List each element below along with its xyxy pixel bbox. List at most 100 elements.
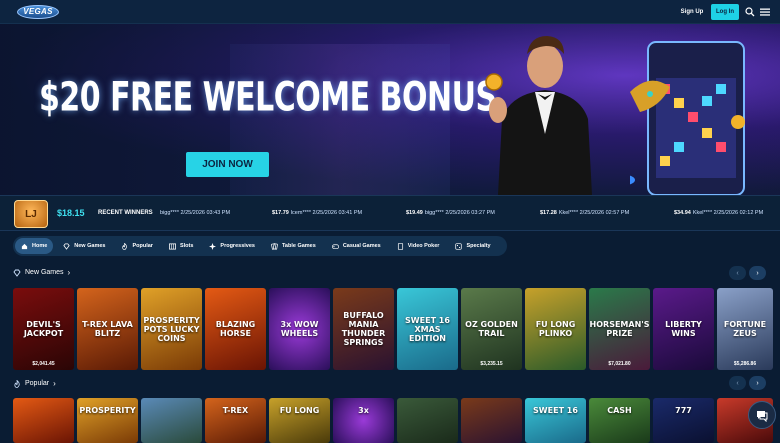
new-games-next-button[interactable]: › bbox=[749, 266, 766, 280]
slot-icon bbox=[168, 242, 176, 250]
sparkle-icon bbox=[209, 242, 217, 250]
hero-banner[interactable]: $20 FREE WELCOME BONUS JOIN NOW bbox=[0, 24, 780, 195]
game-tile[interactable]: BUFFALO MANIA THUNDER SPRINGS bbox=[333, 288, 394, 370]
game-title: DEVIL'S JACKPOT bbox=[23, 320, 64, 338]
nav-progressives[interactable]: Progressives bbox=[203, 238, 261, 254]
game-tile[interactable] bbox=[141, 398, 202, 443]
popular-prev-button[interactable]: ‹ bbox=[729, 376, 746, 390]
winner-entry: bigg**** 2/25/2026 03:43 PM bbox=[160, 210, 231, 216]
nav-slots[interactable]: Slots bbox=[163, 238, 199, 254]
dice-icon bbox=[455, 242, 463, 250]
game-jackpot: $3,235.15 bbox=[480, 361, 503, 367]
chevron-right-icon: › bbox=[756, 379, 759, 387]
chat-icon bbox=[757, 411, 768, 422]
game-tile[interactable]: OZ GOLDEN TRAIL $3,235.15 bbox=[461, 288, 522, 370]
home-icon bbox=[21, 243, 28, 249]
chevron-right-icon: › bbox=[756, 269, 759, 277]
signup-button[interactable]: Sign Up bbox=[677, 5, 707, 19]
diamond-icon bbox=[63, 242, 70, 250]
game-title: CASH bbox=[607, 406, 632, 415]
game-tile[interactable]: FU LONG bbox=[269, 398, 330, 443]
game-tile[interactable]: SWEET 16 bbox=[525, 398, 586, 443]
game-title: LIBERTY WINS bbox=[665, 320, 702, 338]
login-button[interactable]: Log In bbox=[711, 4, 739, 20]
slot-machine-illustration bbox=[630, 41, 745, 195]
section-title: New Games bbox=[25, 269, 64, 276]
game-tile[interactable]: T-REX LAVA BLITZ bbox=[77, 288, 138, 370]
game-tile[interactable]: 3x bbox=[333, 398, 394, 443]
nav-video-poker[interactable]: Video Poker bbox=[391, 238, 446, 254]
jackpot-amount: $18.15 bbox=[57, 208, 85, 218]
popular-next-button[interactable]: › bbox=[749, 376, 766, 390]
local-jackpot-badge[interactable]: LJ bbox=[14, 200, 48, 228]
site-logo[interactable]: VEGAS bbox=[17, 2, 59, 22]
section-title: Popular bbox=[25, 380, 50, 387]
popular-heading[interactable]: Popular › bbox=[13, 379, 56, 388]
game-title: HORSEMAN'S PRIZE bbox=[589, 320, 650, 338]
game-jackpot: $5,286.86 bbox=[733, 361, 757, 367]
chat-support-button[interactable] bbox=[748, 401, 776, 429]
game-tile[interactable]: 777 bbox=[653, 398, 714, 443]
hero-title: $20 FREE WELCOME BONUS bbox=[39, 74, 497, 122]
game-title: 3x bbox=[358, 406, 369, 415]
game-tile[interactable]: T-REX bbox=[205, 398, 266, 443]
recent-winners-label: RECENT WINNERS bbox=[98, 210, 153, 216]
game-tile[interactable]: FU LONG PLINKO bbox=[525, 288, 586, 370]
hero-host-illustration bbox=[485, 36, 592, 195]
game-tile[interactable]: PROSPERITY POTS LUCKY COINS bbox=[141, 288, 202, 370]
game-title: PROSPERITY POTS LUCKY COINS bbox=[143, 315, 200, 343]
game-title: FORTUNE ZEUS bbox=[723, 320, 767, 338]
game-tile[interactable]: 3x WOW WHEELS bbox=[269, 288, 330, 370]
winner-entry: $34.94 Kkel**** 2/25/2026 02:12 PM bbox=[674, 210, 764, 216]
game-tile[interactable]: BLAZING HORSE bbox=[205, 288, 266, 370]
game-title: 3x WOW WHEELS bbox=[280, 320, 319, 338]
logo-text: VEGAS bbox=[23, 7, 53, 16]
new-games-heading[interactable]: New Games › bbox=[13, 268, 70, 277]
join-now-button[interactable]: JOIN NOW bbox=[186, 152, 269, 177]
game-tile[interactable]: LIBERTY WINS bbox=[653, 288, 714, 370]
nav-home[interactable]: Home bbox=[15, 238, 54, 254]
chevron-right-icon: › bbox=[53, 379, 56, 388]
new-games-prev-button[interactable]: ‹ bbox=[729, 266, 746, 280]
game-tile[interactable] bbox=[461, 398, 522, 443]
nav-table-games[interactable]: Table Games bbox=[265, 238, 322, 254]
new-games-row: DEVIL'S JACKPOT $2,041.45 T-REX LAVA BLIT… bbox=[13, 288, 776, 370]
winner-entry: $19.49 bigg**** 2/25/2026 03:27 PM bbox=[406, 210, 495, 216]
game-tile[interactable]: CASH bbox=[589, 398, 650, 443]
nav-popular[interactable]: Popular bbox=[115, 238, 158, 254]
game-jackpot: $7,021.80 bbox=[608, 361, 631, 367]
game-title: SWEET 16 XMAS EDITION bbox=[405, 315, 450, 343]
winner-entry: $17.28 Kkel**** 2/25/2026 02:57 PM bbox=[540, 210, 630, 216]
chevron-left-icon: ‹ bbox=[736, 379, 739, 387]
nav-label: Slots bbox=[179, 243, 194, 249]
game-title: T-REX bbox=[222, 406, 249, 415]
nav-label: Home bbox=[32, 243, 48, 249]
nav-label: Progressives bbox=[220, 243, 255, 249]
hamburger-menu-icon[interactable] bbox=[760, 7, 770, 17]
nav-label: New Games bbox=[74, 243, 106, 249]
game-tile[interactable] bbox=[13, 398, 74, 443]
popular-row: PROSPERITY T-REX FU LONG 3x SWEET 16 CAS… bbox=[13, 398, 776, 443]
diamond-icon bbox=[13, 269, 21, 277]
flame-icon bbox=[14, 379, 20, 388]
game-tile[interactable]: PROSPERITY bbox=[77, 398, 138, 443]
search-icon[interactable] bbox=[745, 7, 755, 17]
nav-casual-games[interactable]: Casual Games bbox=[326, 238, 387, 254]
game-title: FU LONG bbox=[279, 406, 320, 415]
nav-label: Specialty bbox=[466, 243, 491, 249]
game-tile[interactable]: SWEET 16 XMAS EDITION bbox=[397, 288, 458, 370]
game-title: SWEET 16 bbox=[533, 406, 578, 415]
game-title: T-REX LAVA BLITZ bbox=[82, 320, 133, 338]
game-tile[interactable]: FORTUNE ZEUS $5,286.86 bbox=[717, 288, 773, 370]
cards-icon bbox=[271, 242, 278, 250]
game-tile[interactable] bbox=[397, 398, 458, 443]
game-tile[interactable]: HORSEMAN'S PRIZE $7,021.80 bbox=[589, 288, 650, 370]
chevron-right-icon: › bbox=[67, 268, 71, 277]
game-tile[interactable]: DEVIL'S JACKPOT $2,041.45 bbox=[13, 288, 74, 370]
nav-label: Popular bbox=[132, 243, 153, 249]
nav-new-games[interactable]: New Games bbox=[57, 238, 111, 254]
winner-entry: $17.79 lcem**** 2/25/2026 03:41 PM bbox=[272, 210, 363, 216]
nav-specialty[interactable]: Specialty bbox=[449, 238, 496, 254]
nav-label: Table Games bbox=[281, 243, 316, 249]
card-icon bbox=[397, 242, 403, 250]
